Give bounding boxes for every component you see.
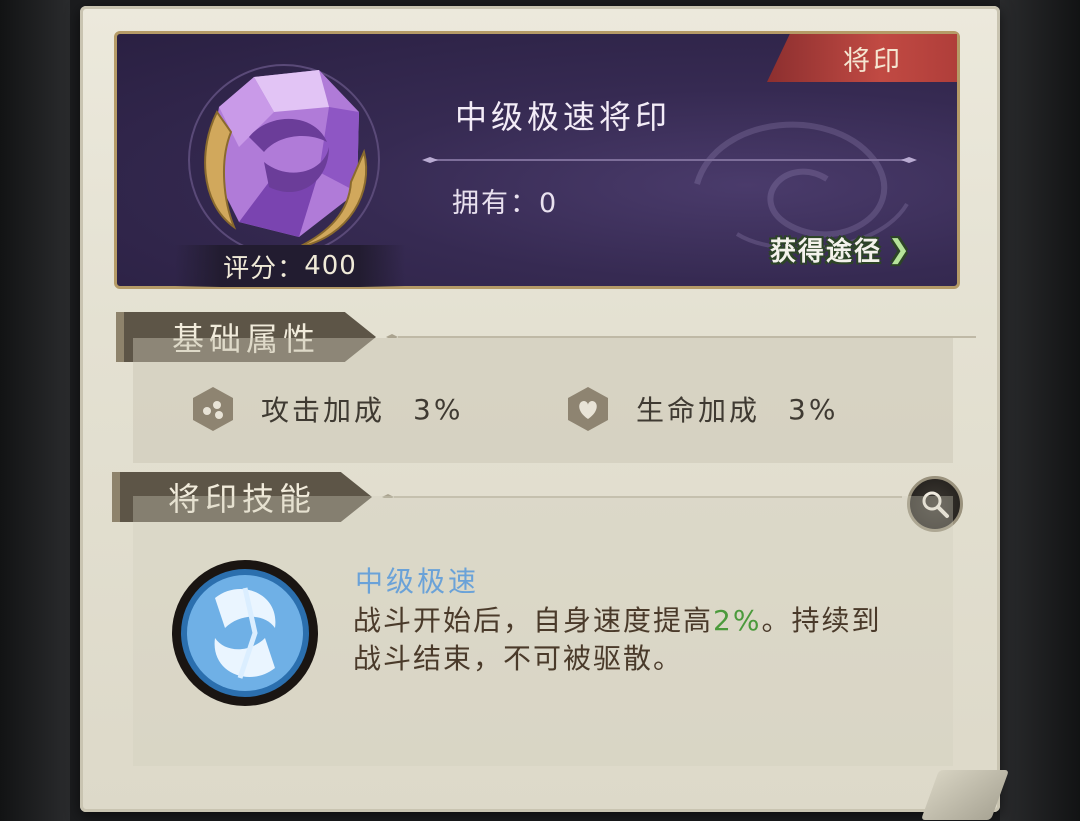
score-value: 400: [304, 251, 357, 281]
chevron-right-icon: ❯: [888, 234, 912, 265]
speed-wind-skill-icon: [172, 560, 318, 706]
item-type-tag: 将印: [767, 34, 957, 82]
attribute-attack: 攻击加成 3%: [193, 387, 463, 431]
obtain-method-button[interactable]: 获得途径 ❯: [770, 231, 912, 268]
score-badge: 评分： 400: [175, 245, 405, 287]
purple-crystal-gem-icon: [188, 64, 380, 256]
background-right: [1000, 0, 1080, 821]
background-left: [0, 0, 70, 821]
item-name: 中级极速将印: [455, 98, 672, 136]
item-header-card: 将印 中级极速将印 拥有：0 获得途径 ❯ 评分： 400: [114, 31, 960, 289]
health-hex-icon: [568, 387, 608, 431]
obtain-label: 获得途径: [770, 237, 883, 267]
attribute-value: 3%: [413, 392, 464, 426]
skill-desc-highlight: 2%: [713, 604, 762, 637]
skill-description: 战斗开始后，自身速度提高2%。持续到战斗结束，不可被驱散。: [353, 602, 893, 678]
attribute-value: 3%: [788, 392, 839, 426]
owned-label: 拥有：: [452, 188, 539, 219]
header-divider: [422, 157, 917, 163]
attribute-health: 生命加成 3%: [568, 387, 838, 431]
attack-hex-icon: [193, 387, 233, 431]
score-label: 评分：: [223, 253, 305, 284]
skill-desc-part1: 战斗开始后，自身速度提高: [353, 604, 714, 637]
attribute-label: 攻击加成: [261, 394, 386, 427]
owned-value: 0: [539, 188, 559, 219]
attribute-label: 生命加成: [636, 394, 761, 427]
skill-name: 中级极速: [355, 565, 480, 598]
owned-count: 拥有：0: [452, 181, 558, 220]
